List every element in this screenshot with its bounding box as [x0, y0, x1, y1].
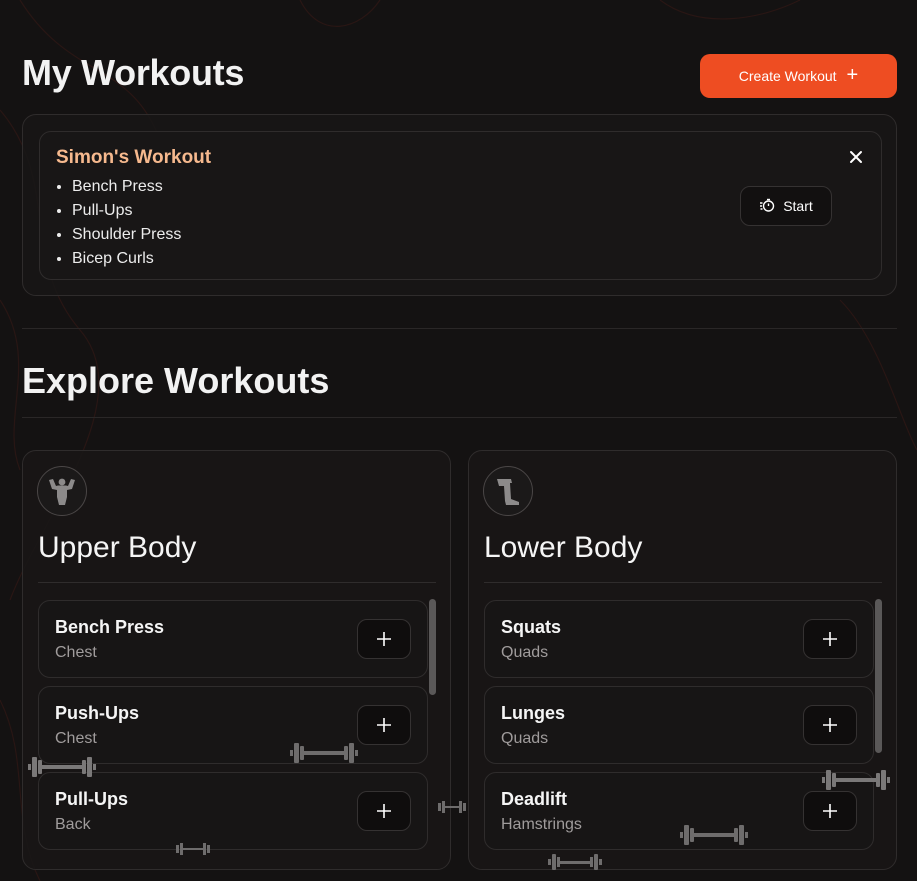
section-divider [22, 417, 897, 418]
stopwatch-icon [759, 197, 775, 216]
exercise-name: Deadlift [501, 789, 568, 809]
workout-exercise-item: Pull-Ups [72, 199, 181, 223]
exercise-name: Squats [501, 617, 562, 637]
workout-title: Simon's Workout [56, 147, 212, 168]
add-exercise-button[interactable] [357, 705, 411, 745]
category-panel-upper-body: Upper Body Bench Press Chest Push-Ups Ch… [22, 450, 451, 870]
exercise-muscle: Back [55, 816, 91, 833]
scrollbar[interactable] [875, 599, 882, 753]
create-workout-label: Create Workout [738, 68, 837, 84]
page-title: My Workouts [22, 52, 245, 93]
exercise-card[interactable]: Bench Press Chest [38, 600, 428, 678]
plus-icon [823, 718, 837, 732]
exercise-muscle: Chest [55, 644, 97, 661]
exercise-muscle: Chest [55, 730, 97, 747]
add-exercise-button[interactable] [357, 619, 411, 659]
plus-icon: + [846, 64, 859, 86]
plus-icon [823, 804, 837, 818]
exercise-card[interactable]: Lunges Quads [484, 686, 874, 764]
exercise-muscle: Hamstrings [501, 816, 582, 833]
category-divider [38, 582, 436, 583]
exercise-name: Lunges [501, 703, 566, 723]
exercise-muscle: Quads [501, 644, 549, 661]
exercise-card[interactable]: Push-Ups Chest [38, 686, 428, 764]
workout-card[interactable]: Simon's Workout Bench Press Pull-Ups Sho… [39, 131, 882, 280]
close-icon[interactable] [849, 148, 863, 168]
add-exercise-button[interactable] [803, 791, 857, 831]
workout-exercise-item: Bicep Curls [72, 247, 181, 271]
start-label: Start [783, 198, 813, 214]
scrollbar[interactable] [429, 599, 436, 695]
leg-icon [483, 466, 533, 516]
exercise-card[interactable]: Pull-Ups Back [38, 772, 428, 850]
plus-icon [377, 804, 391, 818]
exercise-name: Pull-Ups [55, 789, 129, 809]
plus-icon [823, 632, 837, 646]
category-panel-lower-body: Lower Body Squats Quads Lunges Quads Dea… [468, 450, 897, 870]
workout-exercise-item: Bench Press [72, 175, 181, 199]
start-workout-button[interactable]: Start [740, 186, 832, 226]
exercise-name: Push-Ups [55, 703, 140, 723]
create-workout-button[interactable]: Create Workout + [700, 54, 897, 98]
exercise-card[interactable]: Deadlift Hamstrings [484, 772, 874, 850]
workout-exercise-list: Bench Press Pull-Ups Shoulder Press Bice… [72, 175, 181, 271]
exercise-muscle: Quads [501, 730, 549, 747]
category-title: Lower Body [484, 531, 643, 564]
plus-icon [377, 718, 391, 732]
exercise-name: Bench Press [55, 617, 165, 637]
add-exercise-button[interactable] [357, 791, 411, 831]
flexing-torso-icon [37, 466, 87, 516]
exercise-card[interactable]: Squats Quads [484, 600, 874, 678]
workout-exercise-item: Shoulder Press [72, 223, 181, 247]
add-exercise-button[interactable] [803, 619, 857, 659]
category-title: Upper Body [38, 531, 197, 564]
plus-icon [377, 632, 391, 646]
section-divider [22, 328, 897, 329]
add-exercise-button[interactable] [803, 705, 857, 745]
my-workouts-panel: Simon's Workout Bench Press Pull-Ups Sho… [22, 114, 897, 296]
category-divider [484, 582, 882, 583]
explore-title: Explore Workouts [22, 360, 330, 401]
